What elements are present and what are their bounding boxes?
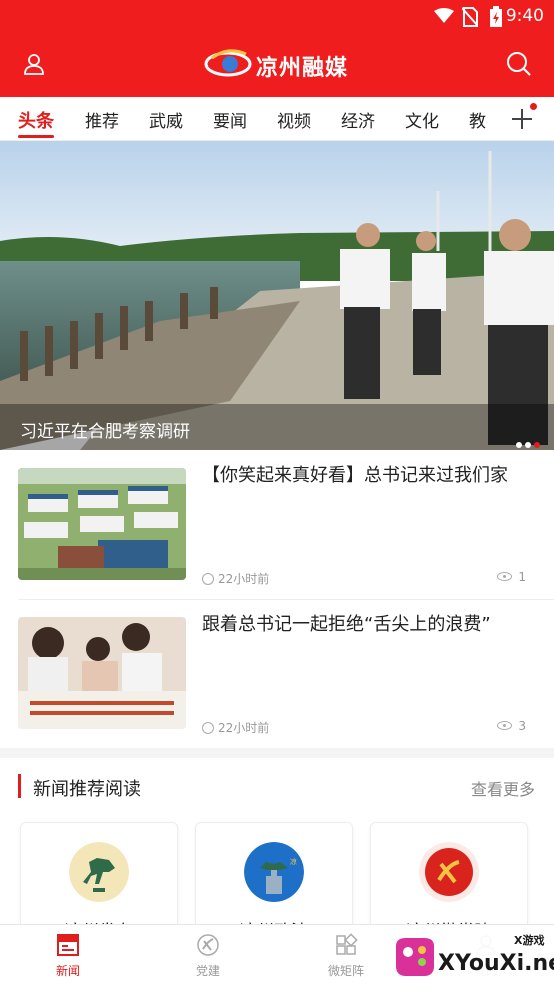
police-logo-icon: 凉 [244, 842, 304, 902]
no-sim-icon [462, 7, 478, 27]
news-title: 【你笑起来真好看】总书记来过我们家 [202, 465, 508, 486]
eye-icon [497, 721, 513, 730]
watermark-text: XYouXi.net [438, 951, 554, 976]
party-emblem-icon [419, 842, 479, 902]
svg-text:凉: 凉 [290, 857, 297, 866]
tab-toutiao[interactable]: 头条 [18, 107, 54, 133]
news-time: 22小时前 [218, 572, 270, 586]
channel-tabs: 头条 推荐 武威 要闻 视频 经济 文化 教 [0, 97, 554, 141]
news-item[interactable]: 【你笑起来真好看】总书记来过我们家 22小时前 1 [0, 465, 554, 594]
recommended-title: 新闻推荐阅读 [33, 779, 141, 800]
tab-jingji[interactable]: 经济 [341, 107, 375, 132]
notification-dot [530, 103, 537, 110]
clock-icon [202, 722, 214, 734]
tab-wuwei[interactable]: 武威 [149, 107, 183, 132]
party-icon [197, 934, 219, 956]
horse-logo-icon [69, 842, 129, 902]
site-watermark: XYouXi.net X游戏 [386, 928, 554, 984]
active-tab-indicator [18, 135, 54, 138]
add-channel-icon[interactable] [510, 107, 534, 131]
tab-yaowen[interactable]: 要闻 [213, 107, 247, 132]
news-views: 1 [497, 570, 526, 584]
status-bar: 9:40 [0, 0, 554, 34]
app-logo: 凉州融媒 [204, 44, 364, 84]
recommend-card[interactable]: 凉州微党建 [370, 822, 528, 932]
carousel-dot [516, 442, 522, 448]
nav-news[interactable]: 新闻 [28, 925, 108, 986]
news-meta: 22小时前 [202, 719, 269, 736]
news-item[interactable]: 跟着总书记一起拒绝“舌尖上的浪费” 22小时前 3 [0, 614, 554, 743]
battery-charging-icon [490, 6, 502, 27]
nav-matrix-label: 微矩阵 [327, 964, 364, 978]
tab-wenhua[interactable]: 文化 [405, 107, 439, 132]
section-divider [0, 748, 554, 758]
news-thumbnail [18, 468, 186, 580]
tab-jiaoyu[interactable]: 教 [469, 107, 486, 132]
status-time: 9:40 [505, 6, 544, 26]
eye-icon [497, 572, 513, 581]
nav-matrix[interactable]: 微矩阵 [306, 925, 386, 986]
divider [18, 599, 554, 600]
carousel-dot-active [534, 442, 540, 448]
view-more-link[interactable]: 查看更多 [471, 776, 535, 800]
news-meta: 22小时前 [202, 570, 269, 587]
news-thumbnail [18, 617, 186, 729]
logo-mark-icon [204, 49, 252, 77]
hero-carousel[interactable]: 习近平在合肥考察调研 [0, 141, 554, 450]
news-time: 22小时前 [218, 721, 270, 735]
wifi-icon [434, 8, 454, 23]
nav-news-label: 新闻 [55, 964, 80, 978]
app-header: 凉州融媒 [0, 34, 554, 97]
news-views: 3 [497, 719, 526, 733]
news-icon [57, 934, 79, 956]
section-accent-bar [18, 774, 21, 798]
carousel-dot [525, 442, 531, 448]
user-icon[interactable] [22, 52, 46, 76]
tab-shipin[interactable]: 视频 [277, 107, 311, 132]
news-title: 跟着总书记一起拒绝“舌尖上的浪费” [202, 614, 491, 635]
recommend-card[interactable]: 凉州发布 [20, 822, 178, 932]
search-icon[interactable] [506, 51, 532, 77]
watermark-sub: X游戏 [514, 933, 544, 947]
carousel-indicator [513, 433, 540, 450]
matrix-icon [336, 933, 358, 955]
tab-tuijian[interactable]: 推荐 [85, 107, 119, 132]
hero-caption: 习近平在合肥考察调研 [20, 422, 190, 442]
app-name: 凉州融媒 [256, 56, 349, 81]
news-view-count: 1 [518, 570, 526, 584]
news-view-count: 3 [518, 719, 526, 733]
clock-icon [202, 573, 214, 585]
nav-party[interactable]: 党建 [168, 925, 248, 986]
recommend-card[interactable]: 凉 凉州政法 [195, 822, 353, 932]
nav-party-label: 党建 [195, 964, 220, 978]
